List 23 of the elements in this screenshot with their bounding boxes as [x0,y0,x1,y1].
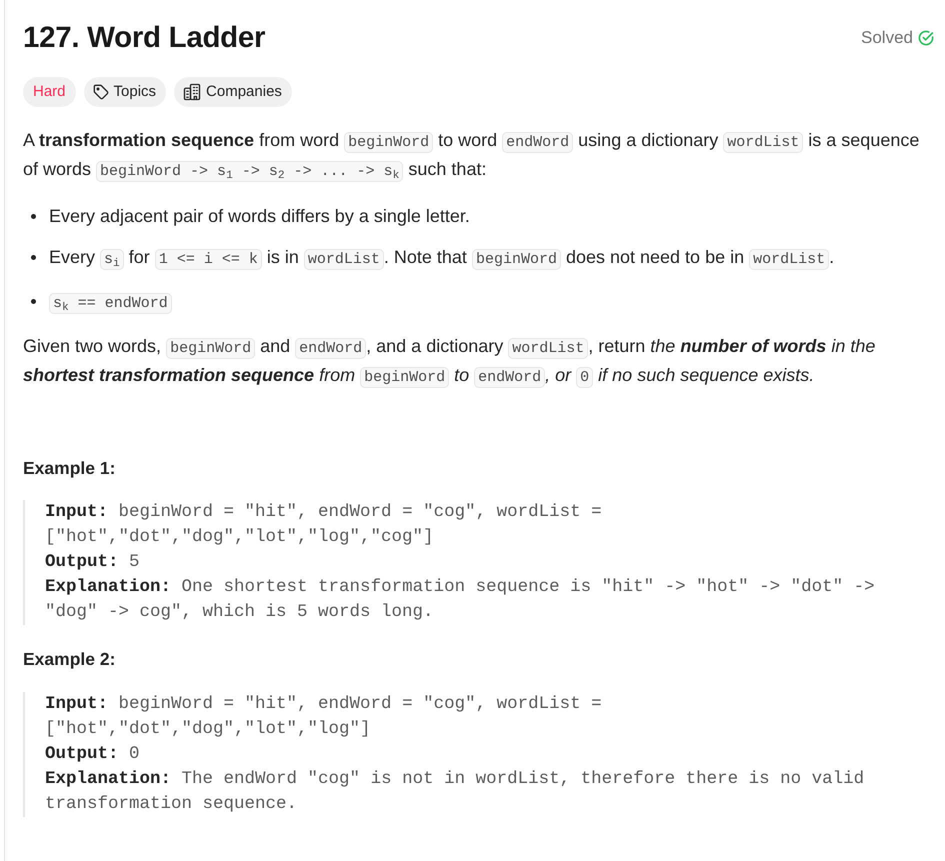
example-line: Explanation: One shortest transformation sequence is "hit" -> "hot" -> "dot" -> "dog" -> cog", which is 5 words long. [45,576,876,624]
example-line: Input: beginWord = "hit", endWord = "cog", wordList = ["hot","dot","dog","lot","log"] [45,693,603,741]
example-line: Output: 5 [45,551,140,574]
topics-button[interactable]: Topics [84,77,166,107]
example-line: Input: beginWord = "hit", endWord = "cog", wordList = ["hot","dot","dog","lot","log","cog"] [45,501,603,549]
example-line: Explanation: The endWord "cog" is not in wordList, therefore there is no valid transformation sequence. [45,768,866,816]
description-paragraph: A transformation sequence from word beginWord to word endWord using a dictionary wordList is a sequence of words beginWord -> s$_{1}$ -> s$_{2}$ -> ... -> s$_{k}$ such that: [23,129,920,184]
buildings-icon [183,83,202,101]
companies-button[interactable]: Companies [174,77,292,107]
difficulty-label: Hard [23,77,76,107]
tag-icon [92,84,109,100]
problem-title: 127. Word Ladder [23,20,266,56]
bullet-icon [31,214,36,219]
list-item-text: Every adjacent pair of words differs by a single letter. [49,205,470,228]
check-circle-icon [918,30,934,46]
solved-status: Solved [861,28,913,48]
bullet-icon [31,299,36,304]
example-heading: Example 1: [23,457,116,480]
bullet-icon [31,255,36,260]
example-line: Output: 0 [45,743,140,766]
list-item-text: Every s$_{i}$ for 1 <= i <= k is in wordList . Note that beginWord does not need to be in wordList . [49,246,834,272]
description-paragraph: Given two words, beginWord and endWord , and a dictionary wordList , return the number of words in the shortest transformation sequence from beginWord to endWord , or 0 if no such sequence exists. [23,335,876,390]
example-heading: Example 2: [23,648,116,671]
